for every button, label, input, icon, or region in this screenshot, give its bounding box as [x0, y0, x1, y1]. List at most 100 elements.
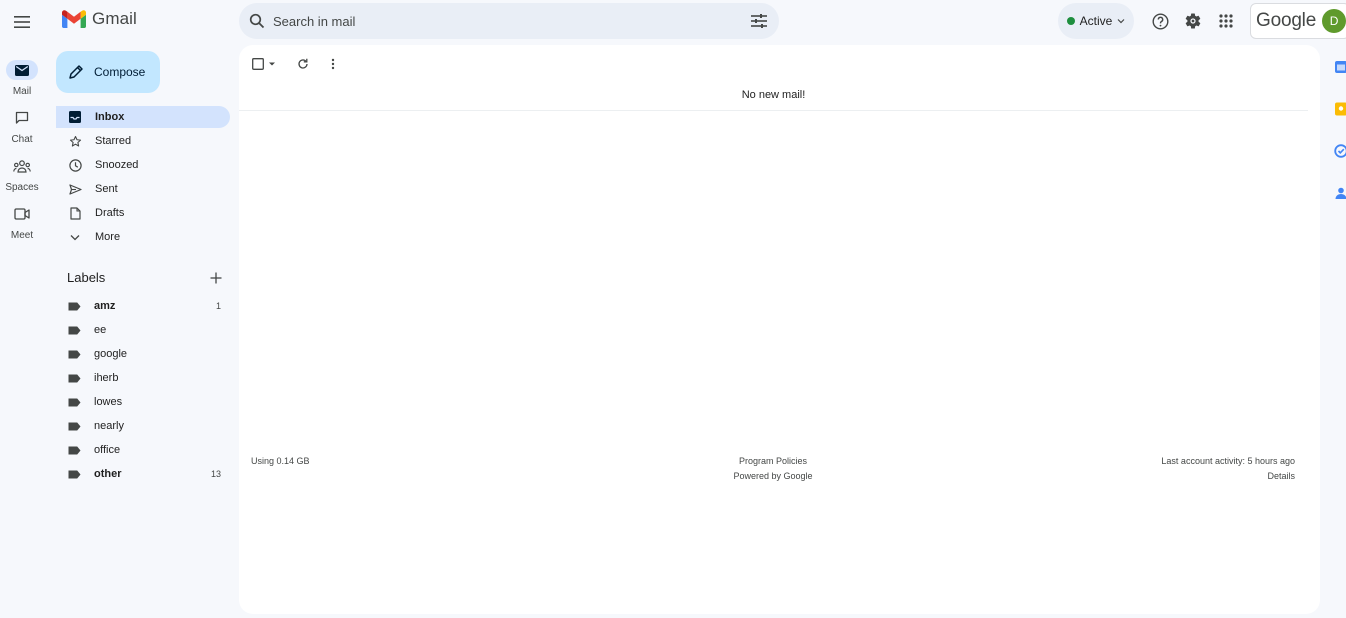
apps-grid-icon — [1219, 14, 1233, 28]
label-amz[interactable]: amz 1 — [56, 295, 230, 317]
chat-icon — [6, 108, 38, 128]
unread-count: 13 — [210, 469, 221, 479]
create-label-button[interactable] — [208, 270, 224, 286]
chevron-down-icon — [1117, 19, 1125, 24]
calendar-icon — [1335, 61, 1346, 73]
search-icon[interactable] — [249, 13, 265, 29]
activity-details-link[interactable]: Details — [1195, 471, 1295, 481]
chevron-down-icon — [68, 230, 82, 244]
send-icon — [68, 182, 82, 196]
rail-label: Mail — [12, 86, 32, 97]
clock-icon — [68, 158, 82, 172]
powered-by-google: Powered by Google — [733, 471, 813, 481]
label-tag-icon — [68, 302, 81, 311]
empty-inbox-message: No new mail! — [741, 89, 806, 101]
list-divider — [239, 110, 1308, 111]
more-actions-button[interactable] — [330, 56, 336, 72]
nav-snoozed[interactable]: Snoozed — [56, 154, 230, 176]
status-label: Active — [1079, 14, 1113, 28]
nav-drafts[interactable]: Drafts — [56, 202, 230, 224]
tasks-app-button[interactable] — [1334, 144, 1346, 158]
last-account-activity: Last account activity: 5 hours ago — [1161, 456, 1295, 466]
rail-chat[interactable]: Chat — [0, 108, 44, 145]
google-account-button[interactable]: Google D — [1250, 3, 1346, 39]
rail-spaces[interactable]: Spaces — [0, 156, 44, 193]
rail-mail[interactable]: Mail — [0, 60, 44, 97]
pencil-icon — [69, 65, 83, 79]
mail-list-panel — [239, 45, 1320, 614]
storage-usage: Using 0.14 GB — [251, 456, 310, 466]
avatar: D — [1322, 9, 1346, 33]
label-name: google — [94, 348, 128, 360]
label-office[interactable]: office — [56, 439, 230, 461]
label-tag-icon — [68, 422, 81, 431]
nav-label: Sent — [95, 183, 118, 195]
label-name: nearly — [94, 420, 124, 432]
label-lowes[interactable]: lowes — [56, 391, 230, 413]
compose-button[interactable]: Compose — [56, 51, 160, 93]
google-apps-button[interactable] — [1216, 11, 1236, 31]
settings-button[interactable] — [1183, 11, 1203, 31]
label-google[interactable]: google — [56, 343, 230, 365]
rail-label: Spaces — [5, 182, 39, 193]
label-tag-icon — [68, 446, 81, 455]
select-all-button[interactable] — [252, 56, 277, 72]
nav-label: Inbox — [95, 111, 125, 123]
nav-label: Starred — [95, 135, 132, 147]
search-options-icon[interactable] — [751, 14, 767, 28]
label-name: other — [94, 468, 122, 480]
star-icon — [68, 134, 82, 148]
status-dot — [1066, 17, 1075, 25]
nav-sent[interactable]: Sent — [56, 178, 230, 200]
label-tag-icon — [68, 350, 81, 359]
plus-icon — [210, 272, 222, 284]
mail-icon — [6, 60, 38, 80]
nav-label: Snoozed — [95, 159, 139, 171]
app-name: Gmail — [92, 9, 137, 28]
rail-meet[interactable]: Meet — [0, 204, 44, 241]
label-name: lowes — [94, 396, 123, 408]
google-wordmark: Google — [1256, 10, 1317, 31]
checkbox-icon — [252, 58, 264, 70]
calendar-app-button[interactable] — [1334, 60, 1346, 74]
keep-icon — [1335, 102, 1346, 116]
label-tag-icon — [68, 326, 81, 335]
nav-starred[interactable]: Starred — [56, 130, 230, 152]
gmail-logo[interactable]: Gmail — [62, 9, 137, 29]
label-ee[interactable]: ee — [56, 319, 230, 341]
caret-down-icon — [269, 62, 275, 66]
nav-label: More — [95, 231, 121, 243]
label-iherb[interactable]: iherb — [56, 367, 230, 389]
contacts-icon — [1335, 187, 1346, 199]
support-button[interactable] — [1150, 11, 1170, 31]
search-input[interactable] — [273, 13, 751, 29]
label-name: iherb — [94, 372, 119, 384]
tasks-icon — [1334, 144, 1346, 158]
nav-label: Drafts — [95, 207, 125, 219]
unread-count: 1 — [215, 301, 221, 311]
search-bar[interactable] — [239, 3, 779, 39]
label-other[interactable]: other 13 — [56, 463, 230, 485]
labels-heading: Labels — [67, 270, 106, 285]
more-vert-icon — [331, 58, 335, 70]
label-name: ee — [94, 324, 107, 336]
refresh-button[interactable] — [297, 56, 309, 72]
nav-inbox[interactable]: Inbox — [56, 106, 230, 128]
keep-app-button[interactable] — [1334, 102, 1346, 116]
compose-label: Compose — [94, 65, 146, 79]
label-name: office — [94, 444, 121, 456]
hamburger-icon — [14, 16, 30, 28]
program-policies-link[interactable]: Program Policies — [673, 456, 873, 466]
rail-label: Chat — [11, 134, 33, 145]
spaces-icon — [6, 156, 38, 176]
main-menu-button[interactable] — [8, 8, 36, 36]
label-tag-icon — [68, 374, 81, 383]
label-nearly[interactable]: nearly — [56, 415, 230, 437]
meet-icon — [6, 204, 38, 224]
nav-more[interactable]: More — [56, 226, 230, 248]
status-selector[interactable]: Active — [1058, 3, 1134, 39]
rail-label: Meet — [10, 230, 34, 241]
inbox-icon — [68, 110, 82, 124]
contacts-app-button[interactable] — [1334, 186, 1346, 200]
gmail-m-icon — [62, 10, 86, 28]
